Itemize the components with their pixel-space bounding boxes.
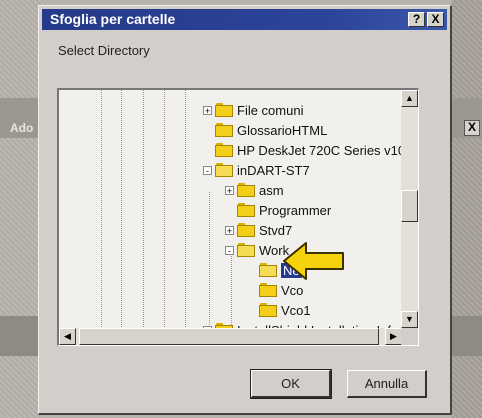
scroll-right-button[interactable]: ▶ <box>385 328 402 345</box>
tree-item[interactable]: GlossarioHTML <box>203 120 327 140</box>
vertical-scroll-thumb[interactable] <box>401 190 418 222</box>
horizontal-scroll-thumb[interactable] <box>79 328 379 345</box>
tree-item[interactable]: + asm <box>225 180 284 200</box>
folder-icon <box>215 143 233 157</box>
folder-icon <box>237 183 255 197</box>
collapse-icon[interactable]: - <box>225 245 234 255</box>
open-folder-icon <box>259 263 277 277</box>
folder-icon <box>259 283 277 297</box>
ok-button[interactable]: OK <box>250 369 332 399</box>
horizontal-scrollbar[interactable]: ◀ ▶ <box>59 328 402 345</box>
tree-item[interactable]: Vco1 <box>247 300 311 320</box>
tree-item-label: Vco <box>281 282 304 298</box>
tree-item[interactable]: - Work <box>225 240 289 260</box>
tree-item[interactable]: HP DeskJet 720C Series v10.3 <box>203 140 416 160</box>
scroll-down-button[interactable]: ▼ <box>401 311 418 328</box>
pointer-arrow-icon <box>283 242 344 280</box>
expand-icon[interactable]: + <box>203 105 212 115</box>
tree-item-label: asm <box>259 182 284 198</box>
tree-item[interactable]: Programmer <box>225 200 331 220</box>
cancel-button[interactable]: Annulla <box>347 370 427 398</box>
tree-item-label: GlossarioHTML <box>237 122 328 138</box>
tree-item-label: inDART-ST7 <box>237 162 310 178</box>
tree-item[interactable]: Vco <box>247 280 303 300</box>
tree-item-label: HP DeskJet 720C Series v10.3 <box>237 142 416 158</box>
dialog-title: Sfoglia per cartelle <box>50 11 176 27</box>
dialog-instruction: Select Directory <box>58 43 150 58</box>
tree-guide-line <box>121 90 122 345</box>
browse-folder-dialog: Sfoglia per cartelle ? X Select Director… <box>38 5 452 415</box>
folder-icon <box>215 103 233 117</box>
tree-guide-line <box>101 90 102 345</box>
folder-icon <box>259 303 277 317</box>
expand-icon[interactable]: + <box>225 225 234 235</box>
tree-item-label: Stvd7 <box>259 222 293 238</box>
tree-item-label: File comuni <box>237 102 304 118</box>
close-button[interactable]: X <box>427 12 444 27</box>
tree-guide-line <box>164 90 165 345</box>
title-bar[interactable]: Sfoglia per cartelle ? X <box>42 9 447 30</box>
help-button[interactable]: ? <box>408 12 425 27</box>
folder-tree[interactable]: + File comuni GlossarioHTML HP DeskJet 7… <box>57 88 419 346</box>
folder-icon <box>237 203 255 217</box>
tree-item-label: Programmer <box>259 202 332 218</box>
tree-guide-line <box>143 90 144 345</box>
open-folder-icon <box>237 243 255 257</box>
background-band-lower-right <box>452 316 482 356</box>
folder-icon <box>215 123 233 137</box>
scroll-left-button[interactable]: ◀ <box>59 328 76 345</box>
collapse-icon[interactable]: - <box>203 165 212 175</box>
scrollbar-corner <box>401 328 418 345</box>
expand-icon[interactable]: + <box>225 185 234 195</box>
background-close-button[interactable]: X <box>464 120 480 136</box>
scroll-up-button[interactable]: ▲ <box>401 90 418 107</box>
tree-guide-line <box>185 90 186 345</box>
tree-item[interactable]: + File comuni <box>203 100 303 120</box>
tree-item[interactable]: - inDART-ST7 <box>203 160 310 180</box>
folder-icon <box>237 223 255 237</box>
vertical-scrollbar[interactable]: ▲ ▼ <box>401 90 418 328</box>
open-folder-icon <box>215 163 233 177</box>
tree-item[interactable]: + Stvd7 <box>225 220 292 240</box>
tree-item-label: Vco1 <box>281 302 311 318</box>
